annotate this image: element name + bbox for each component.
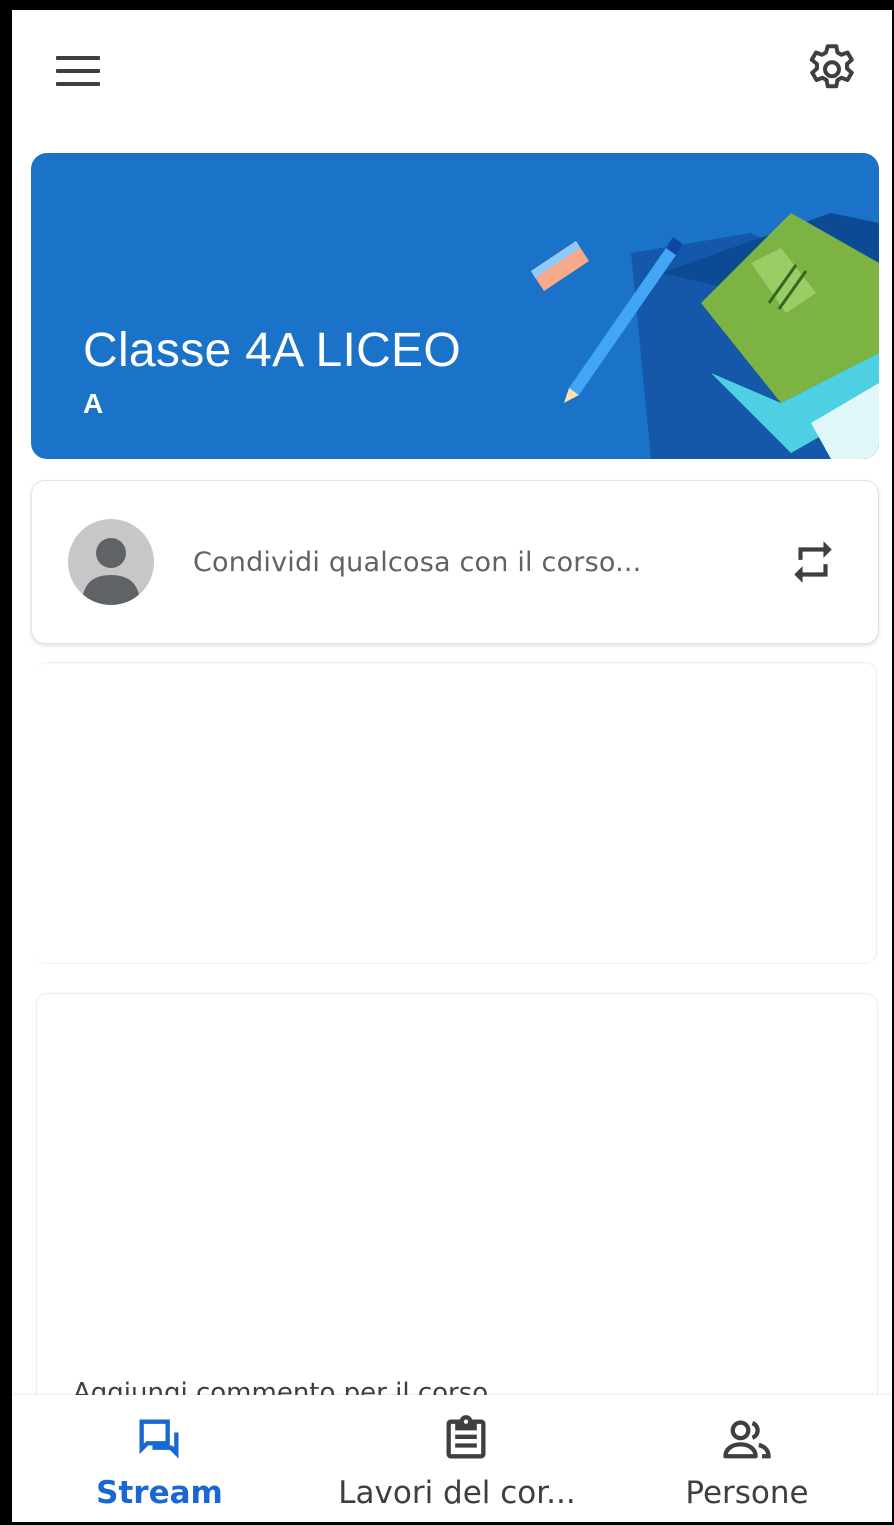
stream-post <box>36 662 877 964</box>
avatar <box>68 519 154 605</box>
default-avatar-icon <box>82 538 140 605</box>
nav-item-stream[interactable]: Stream <box>82 1395 237 1522</box>
repost-icon <box>794 541 832 583</box>
class-title: Classe 4A LICEO <box>83 324 461 377</box>
stream-icon <box>139 1419 179 1459</box>
class-section: A <box>83 388 104 419</box>
class-banner[interactable]: Classe 4A LICEO A <box>31 153 879 459</box>
nav-item-people[interactable]: Persone <box>672 1395 822 1522</box>
menu-button[interactable] <box>50 48 106 96</box>
nav-label-classwork: Lavori del cor... <box>338 1475 576 1511</box>
nav-item-classwork[interactable]: Lavori del cor... <box>332 1395 582 1522</box>
share-box[interactable]: Condividi qualcosa con il corso... <box>31 480 879 644</box>
gear-icon <box>809 44 854 89</box>
classroom-illustration <box>531 213 879 459</box>
top-bar <box>12 10 892 130</box>
bottom-navigation: Stream Lavori del cor... Persone <box>12 1395 892 1522</box>
share-input-placeholder[interactable]: Condividi qualcosa con il corso... <box>193 547 641 578</box>
classwork-icon <box>446 1415 486 1459</box>
stream-post: Aggiungi commento per il corso <box>36 993 878 1414</box>
people-icon <box>723 1420 771 1459</box>
repost-button[interactable] <box>788 537 838 587</box>
app-frame: Classe 4A LICEO A Condividi qualcosa con… <box>0 0 894 1525</box>
nav-label-stream: Stream <box>96 1475 223 1511</box>
settings-button[interactable] <box>802 40 862 100</box>
nav-label-people: Persone <box>685 1475 809 1511</box>
